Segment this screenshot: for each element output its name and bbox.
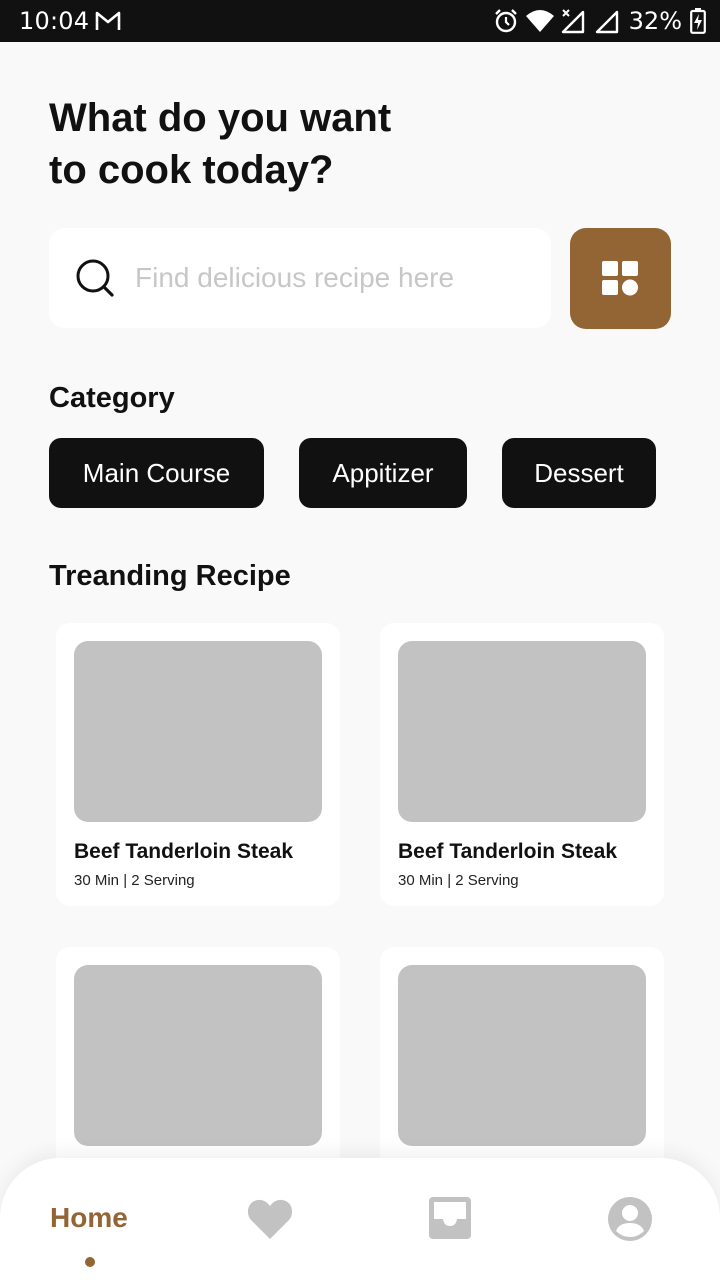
gmail-icon [95, 11, 121, 30]
page-title-line-2: to cook today? [49, 148, 334, 192]
category-chip-main-course[interactable]: Main Course [49, 438, 264, 508]
search-input[interactable] [135, 254, 525, 302]
recipe-meta: 30 Min | 2 Serving [398, 872, 519, 889]
status-bar: 10:04 32% [0, 0, 720, 42]
filter-button[interactable] [570, 228, 671, 329]
recipe-image [74, 965, 322, 1146]
recipe-image [398, 965, 646, 1146]
status-time: 10:04 [19, 7, 90, 35]
battery-charging-icon [690, 8, 706, 34]
search-icon [76, 259, 114, 297]
recipe-name: Beef Tanderloin Steak [74, 840, 294, 863]
profile-icon[interactable] [607, 1196, 653, 1242]
category-chip-dessert[interactable]: Dessert [502, 438, 656, 508]
recipe-card[interactable]: Beef Tanderloin Steak 30 Min | 2 Serving [56, 623, 340, 906]
recipe-name: Beef Tanderloin Steak [398, 840, 618, 863]
bottom-nav: Home [0, 1158, 720, 1280]
recipe-image [398, 641, 646, 822]
signal-icon [595, 10, 618, 34]
grid-icon [602, 261, 638, 296]
recipe-image [74, 641, 322, 822]
search-box[interactable] [49, 228, 551, 328]
heart-icon[interactable] [247, 1198, 293, 1240]
category-chip-appitizer[interactable]: Appitizer [299, 438, 467, 508]
wifi-icon [525, 10, 554, 32]
signal-icon [561, 9, 584, 34]
status-icons: 32% [493, 7, 706, 35]
trending-title: Treanding Recipe [49, 560, 291, 592]
page-title: What do you want to cook today? [49, 92, 469, 196]
recipe-meta: 30 Min | 2 Serving [74, 872, 195, 889]
page-title-line-1: What do you want [49, 96, 392, 140]
nav-home[interactable]: Home [50, 1202, 128, 1234]
nav-active-indicator [85, 1257, 95, 1267]
recipe-card[interactable]: Beef Tanderloin Steak 30 Min | 2 Serving [380, 623, 664, 906]
inbox-icon[interactable] [429, 1197, 471, 1239]
battery-percent: 32% [628, 7, 682, 35]
category-title: Category [49, 382, 175, 414]
alarm-icon [494, 9, 517, 33]
